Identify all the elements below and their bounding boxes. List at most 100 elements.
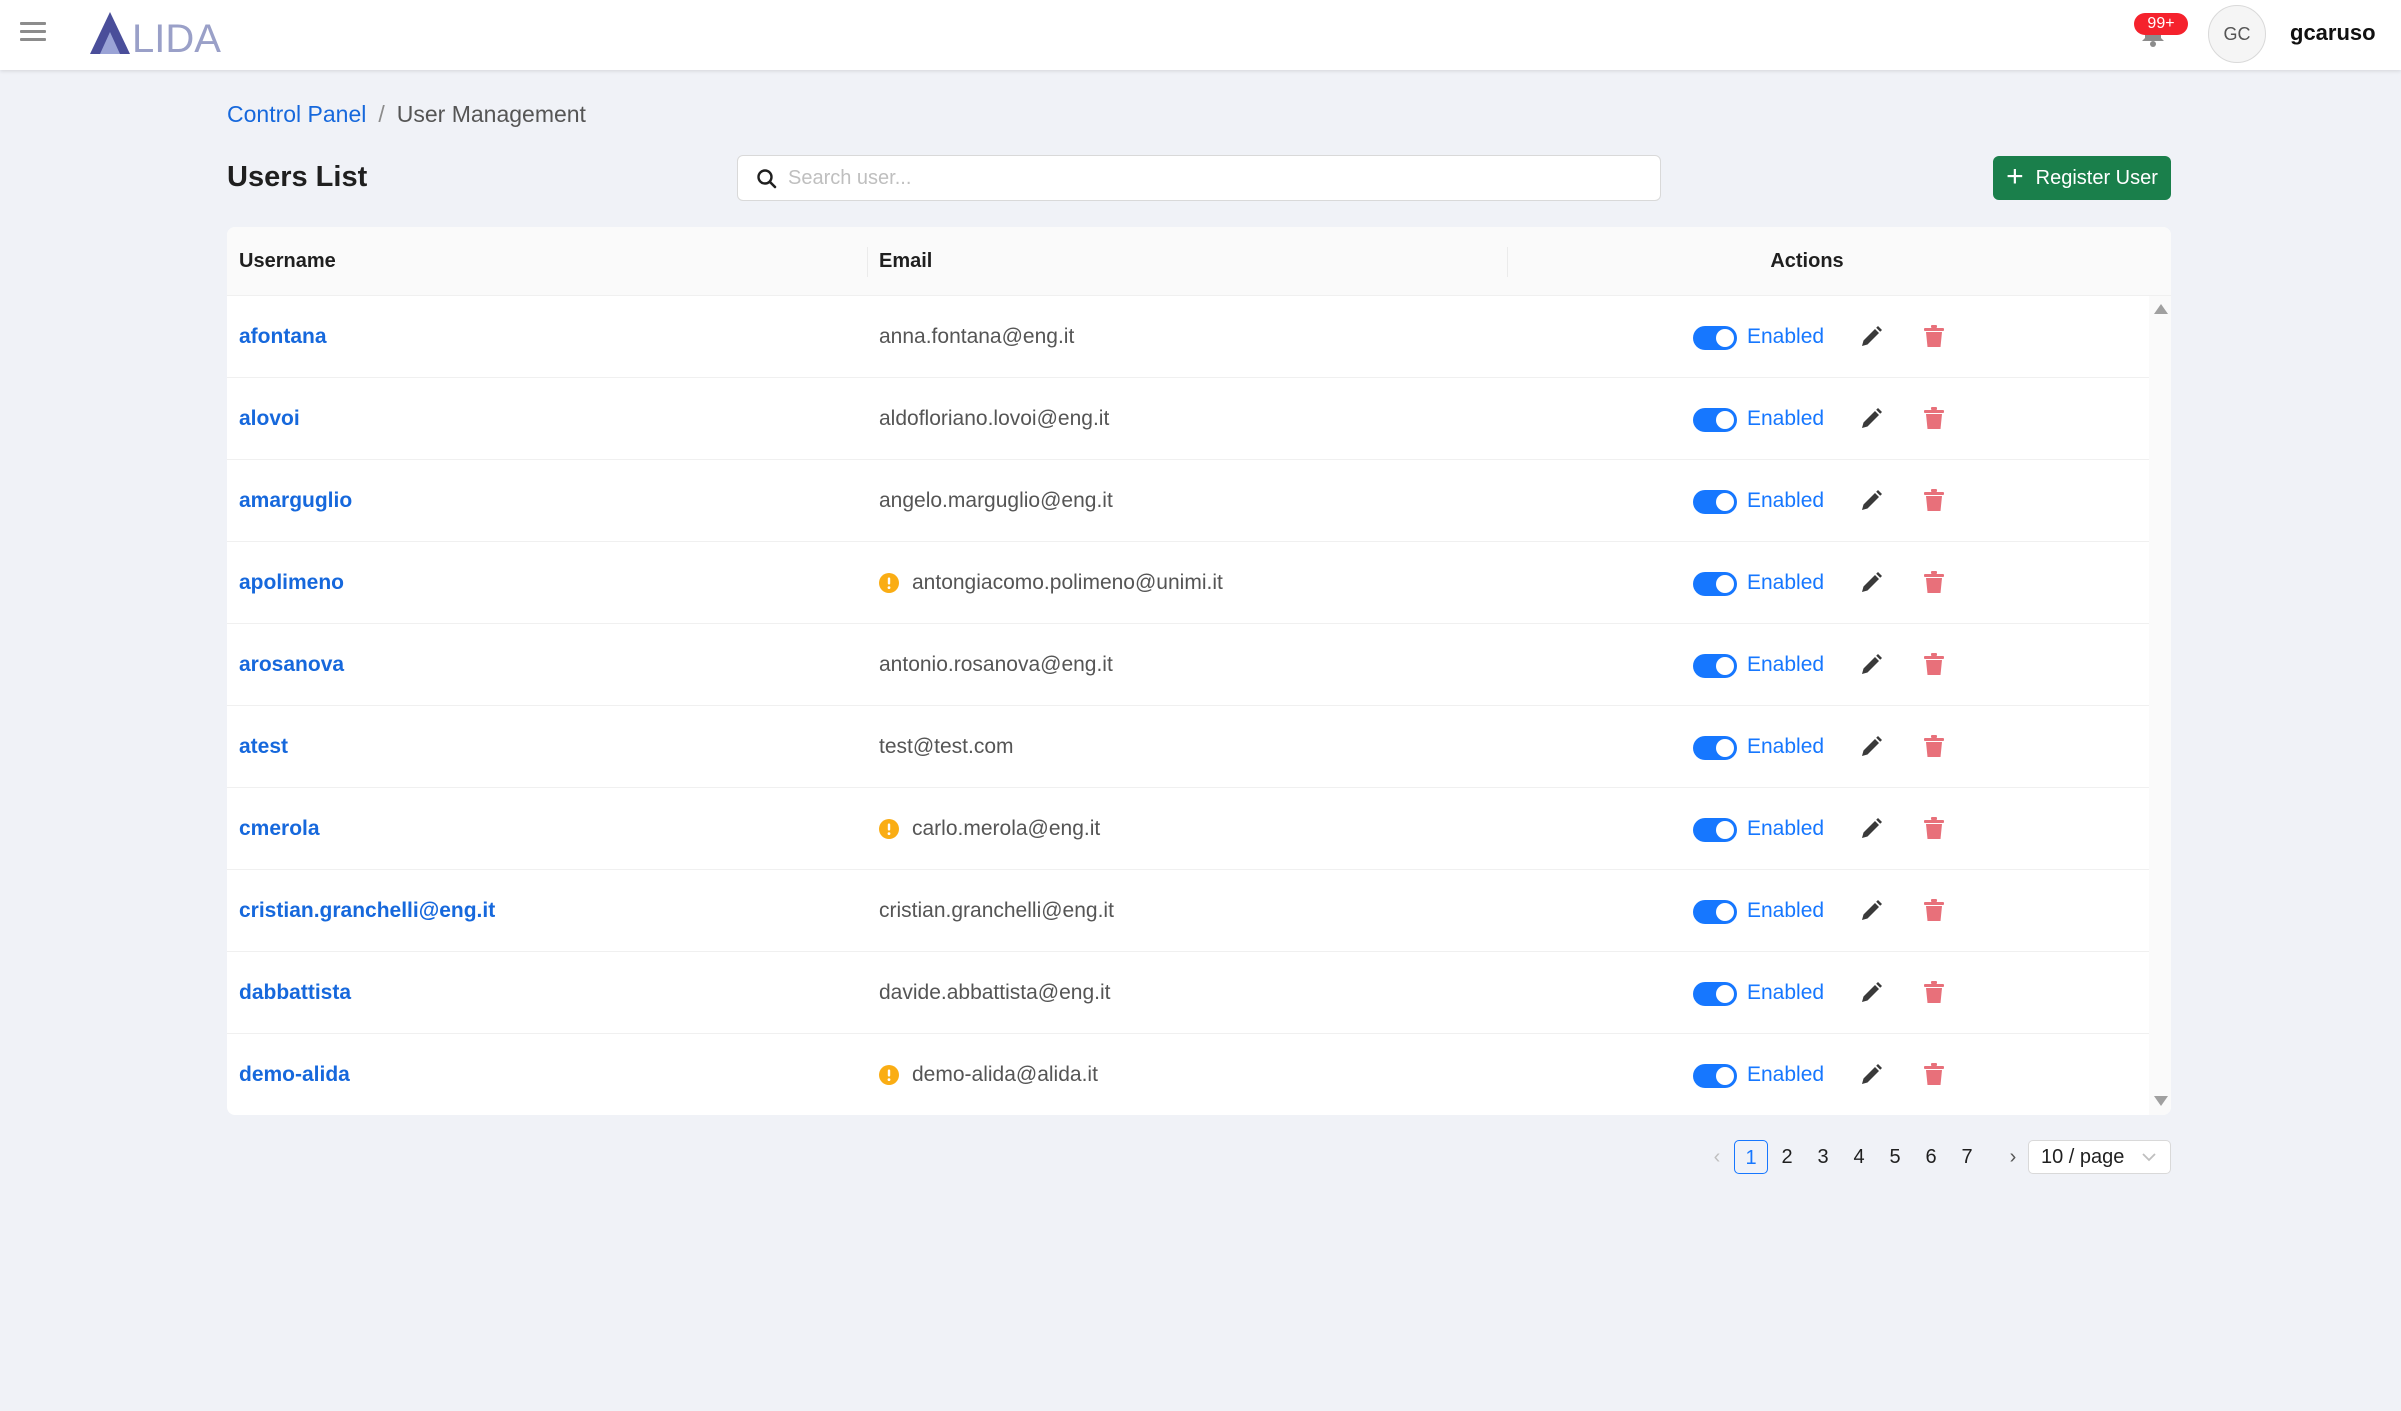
email-value: cristian.granchelli@eng.it [879,899,1114,922]
pencil-icon[interactable] [1859,571,1883,595]
top-bar: LIDA 99+ GC gcaruso [0,0,2401,70]
trash-icon[interactable] [1923,734,1945,758]
current-username[interactable]: gcaruso [2290,20,2376,46]
page-number-button[interactable]: 1 [1734,1140,1768,1174]
pencil-icon[interactable] [1859,325,1883,349]
email-value: aldofloriano.lovoi@eng.it [879,407,1110,430]
table-row: apolimeno antongiacomo.polimeno@unimi.it… [227,542,2149,624]
enabled-toggle[interactable] [1693,818,1737,842]
status-label: Enabled [1747,981,1825,1004]
enabled-toggle[interactable] [1693,572,1737,596]
enabled-toggle[interactable] [1693,900,1737,924]
enabled-toggle[interactable] [1693,326,1737,350]
status-label: Enabled [1747,1063,1825,1086]
trash-icon[interactable] [1923,816,1945,840]
exclamation-circle-icon [879,573,899,593]
email-value: antonio.rosanova@eng.it [879,653,1113,676]
search-input[interactable] [788,156,1648,200]
chevron-down-icon [2142,1153,2156,1162]
enabled-toggle[interactable] [1693,982,1737,1006]
trash-icon[interactable] [1923,570,1945,594]
status-label: Enabled [1747,489,1825,512]
status-label: Enabled [1747,325,1825,348]
email-value: carlo.merola@eng.it [912,817,1101,840]
breadcrumb-current: User Management [396,101,586,127]
search-icon [757,169,777,189]
pencil-icon[interactable] [1859,1063,1883,1087]
enabled-toggle[interactable] [1693,654,1737,678]
next-page-button[interactable]: › [1998,1140,2028,1174]
prev-page-button[interactable]: ‹ [1702,1140,1732,1174]
trash-icon[interactable] [1923,324,1945,348]
register-user-button[interactable]: + Register User [1993,156,2171,200]
scroll-up-arrow[interactable] [2154,304,2168,314]
pencil-icon[interactable] [1859,407,1883,431]
page-number-button[interactable]: 3 [1806,1140,1840,1174]
username-link[interactable]: amarguglio [239,460,352,542]
column-header-username: Username [239,250,336,272]
email-value: antongiacomo.polimeno@unimi.it [912,571,1223,594]
exclamation-circle-icon [879,1065,899,1085]
enabled-toggle[interactable] [1693,408,1737,432]
pencil-icon[interactable] [1859,817,1883,841]
pencil-icon[interactable] [1859,653,1883,677]
page-size-select[interactable]: 10 / page [2028,1140,2171,1174]
pencil-icon[interactable] [1859,489,1883,513]
trash-icon[interactable] [1923,980,1945,1004]
trash-icon[interactable] [1923,406,1945,430]
column-header-actions: Actions [1770,250,1844,272]
alida-logo[interactable]: LIDA [86,6,266,62]
username-link[interactable]: cristian.granchelli@eng.it [239,870,495,952]
status-label: Enabled [1747,735,1825,758]
scroll-down-arrow[interactable] [2154,1096,2168,1106]
username-link[interactable]: afontana [239,296,327,378]
username-link[interactable]: arosanova [239,624,344,706]
search-box[interactable] [737,155,1661,201]
email-value: demo-alida@alida.it [912,1063,1098,1086]
pencil-icon[interactable] [1859,735,1883,759]
username-link[interactable]: cmerola [239,788,320,870]
table-header: Username Email Actions [227,227,2171,296]
page-number-button[interactable]: 5 [1878,1140,1912,1174]
column-header-email: Email [879,250,933,272]
enabled-toggle[interactable] [1693,736,1737,760]
enabled-toggle[interactable] [1693,490,1737,514]
notification-badge: 99+ [2134,13,2188,35]
username-link[interactable]: demo-alida [239,1034,350,1115]
status-label: Enabled [1747,899,1825,922]
breadcrumb: Control Panel / User Management [227,101,586,128]
enabled-toggle[interactable] [1693,1064,1737,1088]
trash-icon[interactable] [1923,652,1945,676]
pencil-icon[interactable] [1859,899,1883,923]
register-user-label: Register User [2035,166,2158,189]
page-number-button[interactable]: 4 [1842,1140,1876,1174]
username-link[interactable]: dabbattista [239,952,351,1034]
pencil-icon[interactable] [1859,981,1883,1005]
table-row: afontana anna.fontana@eng.it Enabled [227,296,2149,378]
page-number-button[interactable]: 2 [1770,1140,1804,1174]
status-label: Enabled [1747,571,1825,594]
exclamation-circle-icon [879,819,899,839]
table-scrollbar[interactable] [2149,296,2171,1115]
username-link[interactable]: atest [239,706,288,788]
username-link[interactable]: alovoi [239,378,300,460]
table-body: afontana anna.fontana@eng.it Enabled alovo… [227,296,2149,1115]
trash-icon[interactable] [1923,1062,1945,1086]
email-value: anna.fontana@eng.it [879,325,1075,348]
trash-icon[interactable] [1923,488,1945,512]
username-link[interactable]: apolimeno [239,542,344,624]
users-table: Username Email Actions afontana anna.font… [227,227,2171,1115]
breadcrumb-control-panel[interactable]: Control Panel [227,101,366,127]
table-row: cristian.granchelli@eng.it cristian.granc… [227,870,2149,952]
page-number-button[interactable]: 6 [1914,1140,1948,1174]
status-label: Enabled [1747,817,1825,840]
table-row: amarguglio angelo.marguglio@eng.it Enabled [227,460,2149,542]
table-row: arosanova antonio.rosanova@eng.it Enabled [227,624,2149,706]
avatar[interactable]: GC [2208,5,2266,63]
page-number-button[interactable]: 7 [1950,1140,1984,1174]
logo-text: LIDA [132,17,221,61]
page-title: Users List [227,161,368,193]
hamburger-icon[interactable] [20,22,46,44]
trash-icon[interactable] [1923,898,1945,922]
column-divider [867,247,868,277]
